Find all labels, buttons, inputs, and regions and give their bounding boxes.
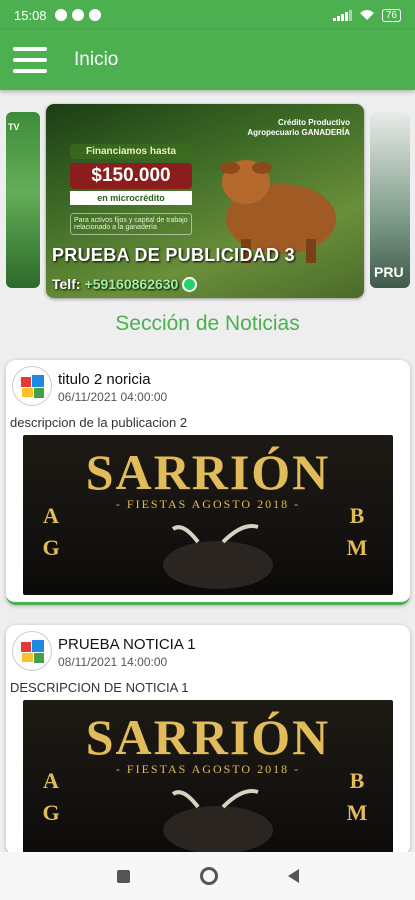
- ad-fine-print: Para activos fijos y capital de trabajo …: [70, 213, 192, 235]
- system-nav-bar: [0, 852, 415, 900]
- news-card[interactable]: titulo 2 noricia 06/11/2021 04:00:00 des…: [6, 360, 410, 605]
- page-title: Inicio: [74, 49, 119, 70]
- ad-panel: Financiamos hasta $150.000 en microcrédi…: [70, 144, 192, 254]
- hamburger-menu-icon[interactable]: [10, 40, 50, 80]
- carousel-slide-previous[interactable]: TV: [6, 112, 40, 288]
- phone-link[interactable]: +59160862630: [85, 276, 179, 292]
- ad-top-label-1: Crédito Productivo: [277, 118, 350, 127]
- carousel-slide-current[interactable]: Crédito Productivo Agropecuario GANADERÍ…: [46, 104, 364, 298]
- poster-logo-icon: G: [42, 800, 60, 825]
- ad-amount: $150.000: [70, 163, 192, 189]
- slide-caption: PRUEBA DE PUBLICIDAD 3: [52, 245, 295, 265]
- news-description: DESCRIPCION DE NOTICIA 1: [10, 680, 189, 695]
- phone-label: Telf:: [52, 276, 81, 292]
- slide-right-text: PRU: [374, 264, 404, 280]
- signal-icon: [332, 9, 352, 21]
- avatar: [12, 631, 52, 671]
- wifi-icon: [359, 10, 374, 20]
- avatar: [12, 366, 52, 406]
- status-bar: 15:08 76: [0, 0, 415, 30]
- ad-heading: Financiamos hasta: [70, 144, 192, 159]
- bull-image: [163, 524, 273, 589]
- messenger-icon: [54, 9, 67, 21]
- notification-icon: [88, 9, 101, 21]
- back-icon[interactable]: [287, 869, 299, 883]
- bull-image: [163, 789, 273, 854]
- poster-logo-icon: G: [42, 535, 60, 560]
- poster-title: SARRIÓN: [85, 709, 331, 765]
- news-date: 06/11/2021 04:00:00: [58, 390, 168, 404]
- facebook-icon: [71, 9, 84, 21]
- recent-apps-icon[interactable]: [116, 869, 130, 883]
- poster-logo-icon: M: [346, 535, 368, 560]
- poster-logo-icon: B: [349, 768, 365, 793]
- poster-subtitle: - FIESTAS AGOSTO 2018 -: [115, 497, 301, 511]
- section-title: Sección de Noticias: [115, 312, 300, 335]
- poster-logo-icon: B: [349, 503, 365, 528]
- news-image: SARRIÓN - FIESTAS AGOSTO 2018 - A G B M: [23, 435, 393, 595]
- news-description: descripcion de la publicacion 2: [10, 415, 188, 430]
- poster-title: SARRIÓN: [85, 444, 331, 500]
- poster-logo-icon: A: [43, 503, 59, 528]
- whatsapp-icon[interactable]: [182, 276, 198, 292]
- slide-left-text: TV: [8, 122, 20, 132]
- carousel-slide-next[interactable]: PRU: [370, 112, 410, 288]
- slide-phone-row: Telf: +59160862630: [52, 276, 198, 292]
- ad-subheading: en microcrédito: [70, 191, 192, 205]
- news-card[interactable]: PRUEBA NOTICIA 1 08/11/2021 14:00:00 DES…: [6, 625, 410, 855]
- news-title: PRUEBA NOTICIA 1: [58, 636, 196, 653]
- status-time: 15:08: [14, 7, 47, 23]
- poster-logo-icon: M: [346, 800, 368, 825]
- status-right: 76: [332, 8, 401, 22]
- home-icon[interactable]: [199, 867, 218, 885]
- battery-icon: 76: [381, 8, 401, 22]
- news-title: titulo 2 noricia: [58, 371, 151, 388]
- poster-subtitle: - FIESTAS AGOSTO 2018 -: [115, 762, 301, 776]
- app-bar: Inicio: [0, 30, 415, 90]
- news-date: 08/11/2021 14:00:00: [58, 655, 168, 669]
- ad-carousel[interactable]: TV Crédito Productivo Agropecuario GANAD…: [0, 100, 415, 300]
- poster-logo-icon: A: [43, 768, 59, 793]
- news-image: SARRIÓN - FIESTAS AGOSTO 2018 - A G B M: [23, 700, 393, 855]
